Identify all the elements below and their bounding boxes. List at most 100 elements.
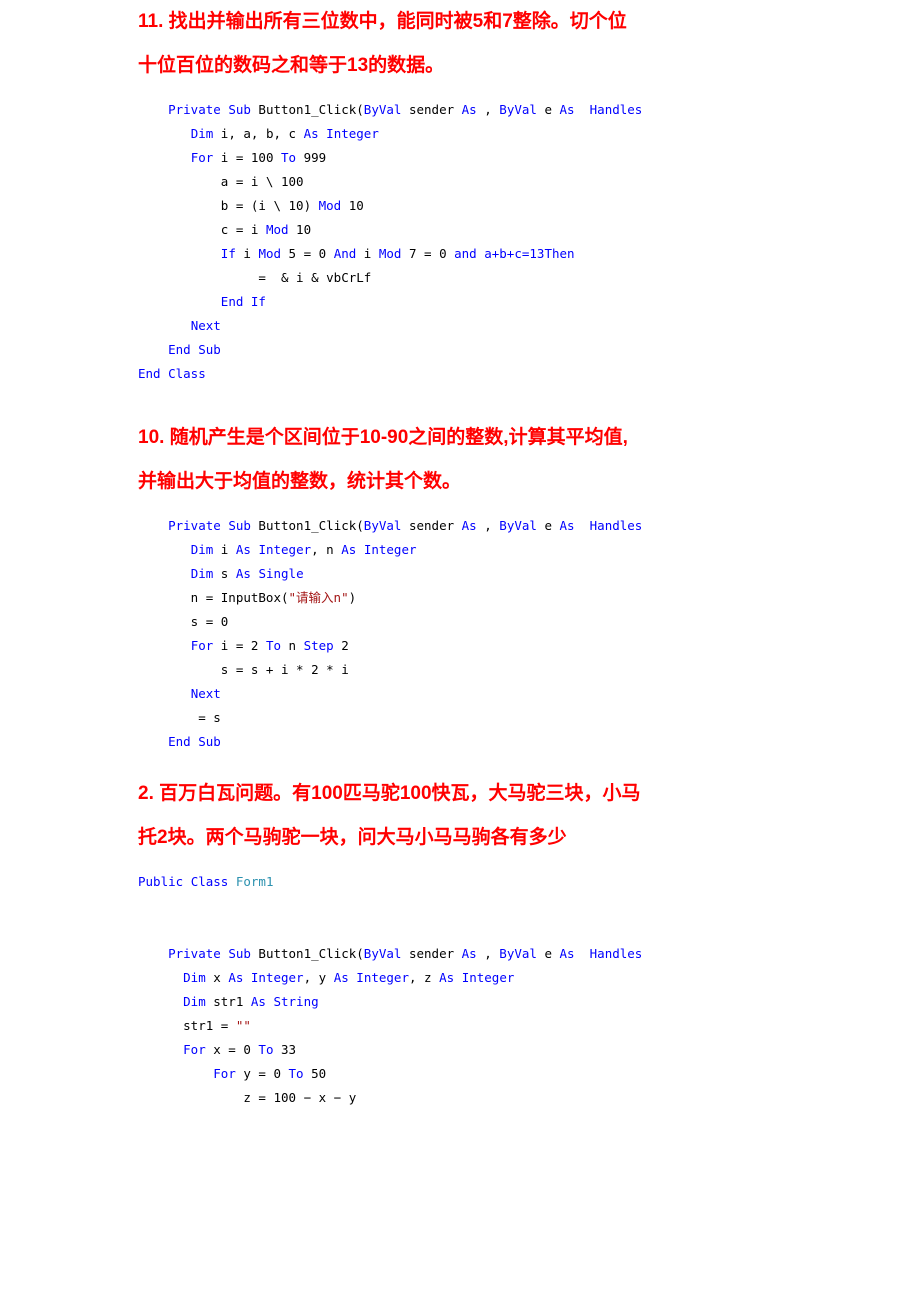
- code-line: s = s + i * 2 * i: [138, 658, 798, 682]
- code-token: As: [439, 970, 455, 985]
- code-token: To: [258, 1042, 274, 1057]
- code-token: ,: [476, 102, 500, 117]
- code-line: Dim s As Single: [138, 562, 798, 586]
- code-token: 50: [303, 1066, 327, 1081]
- code-line: = s: [138, 706, 798, 730]
- code-token: As: [559, 518, 575, 533]
- code-token: As: [461, 946, 477, 961]
- code-token: ByVal: [363, 518, 402, 533]
- code-token: End: [168, 342, 191, 357]
- code-token: Class: [190, 874, 229, 889]
- code-token: i: [356, 246, 379, 261]
- code-token: 2: [333, 638, 349, 653]
- code-token: As: [228, 970, 244, 985]
- code-line: If i Mod 5 = 0 And i Mod 7 = 0 and a+b+c…: [138, 242, 798, 266]
- code-block-1: Private Sub Button1_Click(ByVal sender A…: [138, 98, 798, 386]
- section-heading-3-line-1: 2. 百万白瓦问题。有100匹马驼100快瓦，大马驼三块，小马: [138, 783, 641, 804]
- code-line: For i = 2 To n Step 2: [138, 634, 798, 658]
- code-token: Sub: [228, 518, 251, 533]
- code-line: Dim i, a, b, c As Integer: [138, 122, 798, 146]
- code-token: ): [348, 590, 357, 605]
- code-token: 10: [288, 222, 312, 237]
- code-token: If: [250, 294, 266, 309]
- code-token: Handles: [589, 518, 643, 533]
- section-heading-2-line-1: 10. 随机产生是个区间位于10-90之间的整数,计算其平均值,: [138, 427, 628, 448]
- code-token: e: [536, 518, 560, 533]
- code-token: Sub: [198, 734, 221, 749]
- code-line: s = 0: [138, 610, 798, 634]
- code-token: Next: [190, 686, 221, 701]
- code-token: End: [168, 734, 191, 749]
- code-token: For: [190, 150, 214, 165]
- code-token: End: [220, 294, 244, 309]
- code-token: ByVal: [499, 518, 537, 533]
- code-line: Next: [138, 314, 798, 338]
- code-line: Private Sub Button1_Click(ByVal sender A…: [138, 942, 798, 966]
- code-line: z = 100 − x − y: [138, 1086, 798, 1110]
- code-token: To: [288, 1066, 304, 1081]
- code-line: End Class: [138, 362, 798, 386]
- code-token: e: [536, 102, 560, 117]
- code-token: z = 100 − x − y: [138, 1090, 357, 1105]
- code-token: sender: [401, 946, 462, 961]
- code-token: s = s + i * 2 * i: [138, 662, 349, 677]
- code-token: For: [190, 638, 214, 653]
- code-token: Private: [168, 102, 221, 117]
- code-token: y = 0: [235, 1066, 289, 1081]
- code-line: a = i \ 100: [138, 170, 798, 194]
- code-line: End If: [138, 290, 798, 314]
- code-token: i: [235, 246, 259, 261]
- code-token: 999: [296, 150, 327, 165]
- code-line: = & i & vbCrLf: [138, 266, 798, 290]
- code-token: Dim: [183, 970, 206, 985]
- code-token: As: [333, 970, 349, 985]
- code-token: Integer: [461, 970, 515, 985]
- code-token: ByVal: [363, 102, 402, 117]
- code-token: 10: [341, 198, 364, 213]
- code-token: 7 = 0: [401, 246, 455, 261]
- code-token: For: [183, 1042, 206, 1057]
- code-token: Mod: [258, 246, 282, 261]
- code-token: Dim: [190, 126, 214, 141]
- code-token: As: [250, 994, 266, 1009]
- document-page: 11. 找出并输出所有三位数中，能同时被5和7整除。切个位 十位百位的数码之和等…: [0, 0, 920, 1302]
- code-token: s: [213, 566, 236, 581]
- code-token: To: [265, 638, 282, 653]
- code-token: i = 100: [213, 150, 281, 165]
- code-token: Form1: [235, 874, 274, 889]
- code-token: Private: [168, 946, 221, 961]
- code-token: ByVal: [499, 946, 537, 961]
- code-token: Mod: [265, 222, 289, 237]
- section-heading-2-line-2: 并输出大于均值的整数，统计其个数。: [138, 471, 462, 492]
- code-token: e: [536, 946, 560, 961]
- code-line: c = i Mod 10: [138, 218, 798, 242]
- code-line: For i = 100 To 999: [138, 146, 798, 170]
- code-token: i = 2: [213, 638, 266, 653]
- section-heading-1-line-1: 11. 找出并输出所有三位数中，能同时被5和7整除。切个位: [138, 11, 627, 32]
- code-token: Sub: [228, 946, 251, 961]
- code-block-3: Public Class Form1 Private Sub Button1_C…: [138, 870, 798, 1110]
- document-content: 11. 找出并输出所有三位数中，能同时被5和7整除。切个位 十位百位的数码之和等…: [138, 0, 798, 1110]
- code-token: Class: [168, 366, 206, 381]
- code-line: Dim x As Integer, y As Integer, z As Int…: [138, 966, 798, 990]
- code-token: Handles: [589, 102, 643, 117]
- code-token: Sub: [198, 342, 221, 357]
- section-heading-1: 11. 找出并输出所有三位数中，能同时被5和7整除。切个位 十位百位的数码之和等…: [138, 0, 798, 88]
- code-token: Step: [303, 638, 334, 653]
- code-line: Public Class Form1: [138, 870, 798, 894]
- code-token: x = 0: [205, 1042, 259, 1057]
